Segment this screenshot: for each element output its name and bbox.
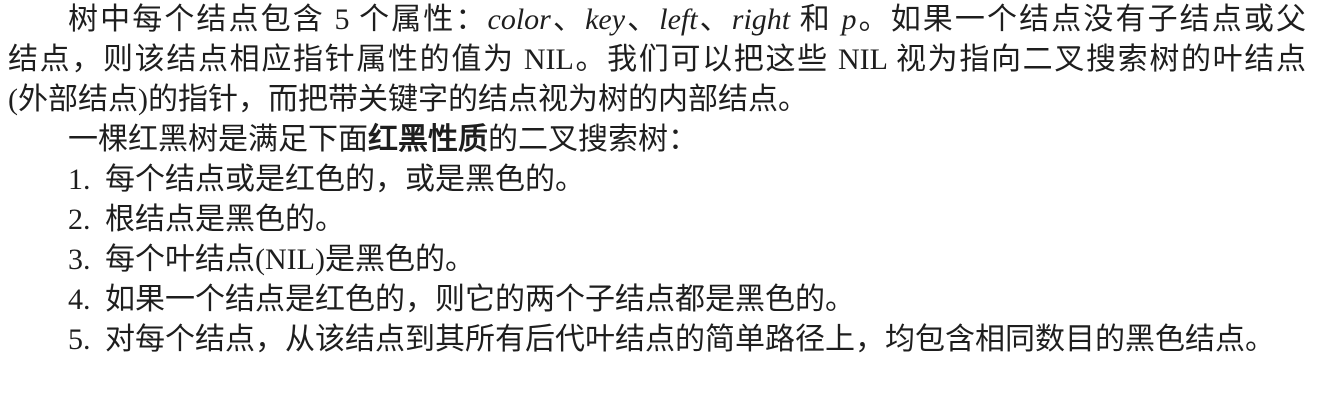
attribute-color: color: [487, 3, 551, 36]
separator-3: 、: [697, 3, 732, 36]
intro-paragraph: 树中每个结点包含 5 个属性：color、key、left、right 和 p。…: [8, 0, 1306, 120]
property-text: 根结点是黑色的。: [105, 203, 345, 236]
property-list: 1. 每个结点或是红色的，或是黑色的。 2. 根结点是黑色的。 3. 每个叶结点(NI…: [8, 160, 1306, 360]
document-page: 树中每个结点包含 5 个属性：color、key、left、right 和 p。…: [0, 0, 1318, 403]
attribute-left: left: [659, 3, 698, 36]
property-number: 5.: [68, 323, 91, 356]
conjunction: 和: [790, 3, 842, 36]
intro-line-2: 结点，则该结点相应指针属性的值为 NIL。我们可以把这些 NIL 视为指向二叉搜…: [8, 43, 1306, 76]
intro-line-1-lead: 树中每个结点包含 5 个属性：: [68, 3, 488, 36]
property-number: 2.: [68, 203, 91, 236]
property-text: 每个叶结点(NIL)是黑色的。: [105, 243, 475, 276]
attribute-right: right: [731, 3, 791, 36]
definition-term: 红黑性质: [368, 123, 488, 156]
property-item-4: 4. 如果一个结点是红色的，则它的两个子结点都是黑色的。: [8, 280, 1306, 320]
attribute-key: key: [585, 3, 626, 36]
property-item-3: 3. 每个叶结点(NIL)是黑色的。: [8, 240, 1306, 280]
intro-line-1-tail: 。如果一个结点没有子结点或父: [856, 3, 1306, 36]
property-item-5: 5. 对每个结点，从该结点到其所有后代叶结点的简单路径上，均包含相同数目的黑色结点…: [8, 320, 1306, 360]
property-text: 如果一个结点是红色的，则它的两个子结点都是黑色的。: [105, 283, 855, 316]
separator-1: 、: [550, 3, 586, 36]
definition-line: 一棵红黑树是满足下面红黑性质的二叉搜索树：: [8, 120, 1306, 160]
property-item-1: 1. 每个结点或是红色的，或是黑色的。: [8, 160, 1306, 200]
definition-lead: 一棵红黑树是满足下面: [68, 123, 368, 156]
separator-2: 、: [625, 3, 660, 36]
property-number: 1.: [68, 163, 91, 196]
attribute-p: p: [841, 3, 857, 36]
property-item-2: 2. 根结点是黑色的。: [8, 200, 1306, 240]
property-number: 4.: [68, 283, 91, 316]
property-text: 每个结点或是红色的，或是黑色的。: [105, 163, 585, 196]
intro-line-3: (外部结点)的指针，而把带关键字的结点视为树的内部结点。: [8, 83, 808, 116]
definition-tail: 的二叉搜索树：: [488, 123, 698, 156]
property-text: 对每个结点，从该结点到其所有后代叶结点的简单路径上，均包含相同数目的黑色结点。: [105, 323, 1275, 356]
property-number: 3.: [68, 243, 91, 276]
intro-line-1: 树中每个结点包含 5 个属性：color、key、left、right 和 p。…: [8, 0, 1306, 40]
